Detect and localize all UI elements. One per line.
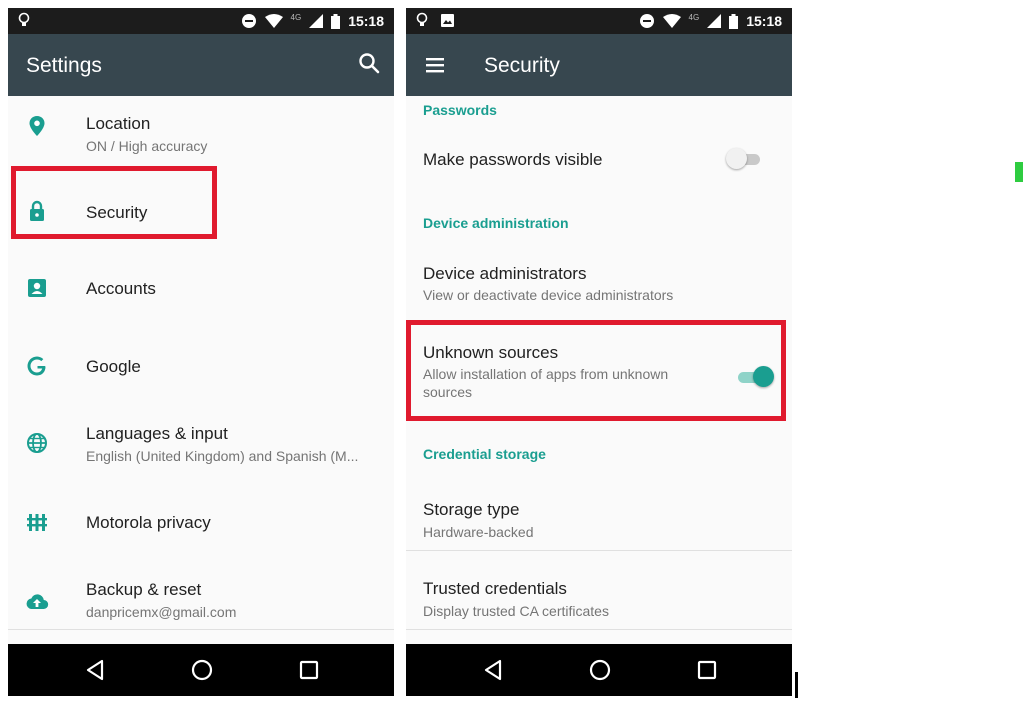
- network-type-label: 4G: [290, 13, 302, 22]
- settings-item-accounts[interactable]: Accounts: [8, 254, 394, 322]
- setting-title: Storage type: [423, 500, 520, 519]
- settings-item-subtitle: ON / High accuracy: [86, 138, 208, 154]
- list-divider: [406, 629, 792, 630]
- settings-item-title: Backup & reset: [86, 580, 202, 599]
- status-bar: 4G 15:18: [8, 8, 394, 34]
- settings-item-subtitle: danpricemx@gmail.com: [86, 604, 237, 620]
- device-administrators-row[interactable]: Device administrators View or deactivate…: [406, 246, 792, 316]
- back-icon[interactable]: [84, 658, 106, 682]
- green-mark: [1015, 162, 1023, 182]
- do-not-disturb-icon: [639, 14, 654, 28]
- settings-item-backup[interactable]: Backup & reset danpricemx@gmail.com: [8, 564, 394, 636]
- settings-screen: 4G 15:18 Settings Location ON / High acc…: [8, 8, 394, 696]
- settings-item-title: Accounts: [86, 279, 156, 298]
- globe-icon: [27, 433, 47, 453]
- cloud-upload-icon: [26, 594, 49, 610]
- make-passwords-visible-toggle[interactable]: [726, 148, 764, 170]
- page-title: Settings: [26, 54, 102, 77]
- make-passwords-visible-row[interactable]: Make passwords visible: [406, 126, 792, 196]
- settings-item-title: Location: [86, 114, 151, 133]
- trusted-credentials-row[interactable]: Trusted credentials Display trusted CA c…: [406, 556, 792, 628]
- section-header-credential-storage: Credential storage: [423, 446, 546, 462]
- status-time: 15:18: [746, 13, 782, 29]
- setting-subtitle: View or deactivate device administrators: [423, 287, 674, 303]
- settings-item-title: Languages & input: [86, 424, 228, 443]
- setting-subtitle: Display trusted CA certificates: [423, 603, 609, 619]
- do-not-disturb-icon: [241, 14, 256, 28]
- location-pin-icon: [29, 116, 45, 136]
- battery-icon: [331, 13, 341, 29]
- settings-item-subtitle: English (United Kingdom) and Spanish (M.…: [86, 448, 359, 464]
- wifi-icon: [264, 13, 283, 28]
- app-bar: Settings: [8, 34, 394, 96]
- navigation-bar: [8, 644, 394, 696]
- battery-icon: [729, 13, 739, 29]
- toggle-thumb: [726, 148, 747, 169]
- settings-item-location[interactable]: Location ON / High accuracy: [8, 96, 394, 158]
- security-highlight-box: [11, 166, 217, 239]
- settings-item-title: Google: [86, 357, 141, 376]
- lightbulb-icon: [18, 12, 30, 26]
- setting-subtitle: Hardware-backed: [423, 524, 534, 540]
- section-header-device-administration: Device administration: [423, 215, 569, 231]
- back-icon[interactable]: [482, 658, 504, 682]
- settings-item-google[interactable]: Google: [8, 332, 394, 400]
- privacy-fence-icon: [27, 514, 47, 531]
- list-divider: [406, 550, 792, 551]
- list-divider: [8, 629, 394, 630]
- lightbulb-icon: [416, 12, 428, 26]
- status-bar: 4G 15:18: [406, 8, 792, 34]
- setting-title: Device administrators: [423, 264, 587, 283]
- account-box-icon: [28, 279, 46, 297]
- unknown-sources-highlight-box: [406, 320, 786, 421]
- home-icon[interactable]: [588, 658, 612, 682]
- page-title: Security: [484, 54, 560, 77]
- setting-title: Make passwords visible: [423, 150, 603, 169]
- search-icon[interactable]: [358, 52, 380, 74]
- setting-title: Trusted credentials: [423, 579, 567, 598]
- recent-apps-icon[interactable]: [298, 658, 320, 682]
- menu-icon[interactable]: [424, 54, 446, 76]
- recent-apps-icon[interactable]: [696, 658, 718, 682]
- wifi-icon: [662, 13, 681, 28]
- settings-item-languages[interactable]: Languages & input English (United Kingdo…: [8, 408, 394, 480]
- settings-item-motorola-privacy[interactable]: Motorola privacy: [8, 488, 394, 556]
- app-bar: Security: [406, 34, 792, 96]
- signal-icon: [707, 14, 722, 28]
- home-icon[interactable]: [190, 658, 214, 682]
- status-time: 15:18: [348, 13, 384, 29]
- settings-item-title: Motorola privacy: [86, 513, 211, 532]
- signal-icon: [309, 14, 324, 28]
- image-notification-icon: [441, 13, 454, 27]
- navigation-bar: [406, 644, 792, 696]
- section-header-passwords: Passwords: [423, 102, 497, 118]
- storage-type-row[interactable]: Storage type Hardware-backed: [406, 476, 792, 548]
- network-type-label: 4G: [688, 13, 700, 22]
- google-g-icon: [27, 356, 46, 376]
- text-cursor-mark: [795, 672, 798, 698]
